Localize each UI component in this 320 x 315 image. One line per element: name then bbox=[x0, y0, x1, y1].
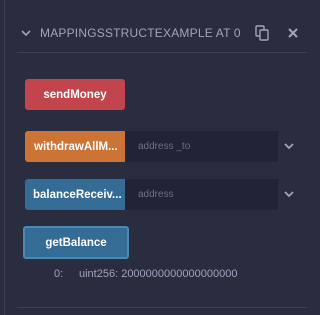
copy-icon[interactable] bbox=[255, 25, 269, 41]
contract-panel: MAPPINGSSTRUCTEXAMPLE AT 0X652 sendMoney… bbox=[0, 0, 318, 315]
header-divider bbox=[17, 52, 307, 53]
result-index: 0: bbox=[54, 268, 64, 280]
withdraw-to-address-input[interactable] bbox=[125, 131, 278, 162]
balance-received-address-input[interactable] bbox=[125, 179, 278, 210]
get-balance-button[interactable]: getBalance bbox=[23, 226, 129, 259]
contract-title: MAPPINGSSTRUCTEXAMPLE AT 0X652 bbox=[40, 26, 240, 40]
chevron-down-icon[interactable] bbox=[283, 189, 295, 199]
chevron-down-icon[interactable] bbox=[283, 141, 295, 151]
chevron-down-icon[interactable] bbox=[20, 27, 32, 39]
contract-header[interactable]: MAPPINGSSTRUCTEXAMPLE AT 0X652 bbox=[0, 16, 318, 52]
withdraw-all-money-button[interactable]: withdrawAllM... bbox=[25, 131, 125, 162]
balance-received-button[interactable]: balanceReceiv... bbox=[25, 179, 125, 210]
send-money-button[interactable]: sendMoney bbox=[25, 79, 125, 110]
result-value: uint256: 2000000000000000000 bbox=[79, 268, 238, 280]
close-icon[interactable] bbox=[287, 27, 299, 39]
bottom-divider bbox=[17, 307, 307, 308]
